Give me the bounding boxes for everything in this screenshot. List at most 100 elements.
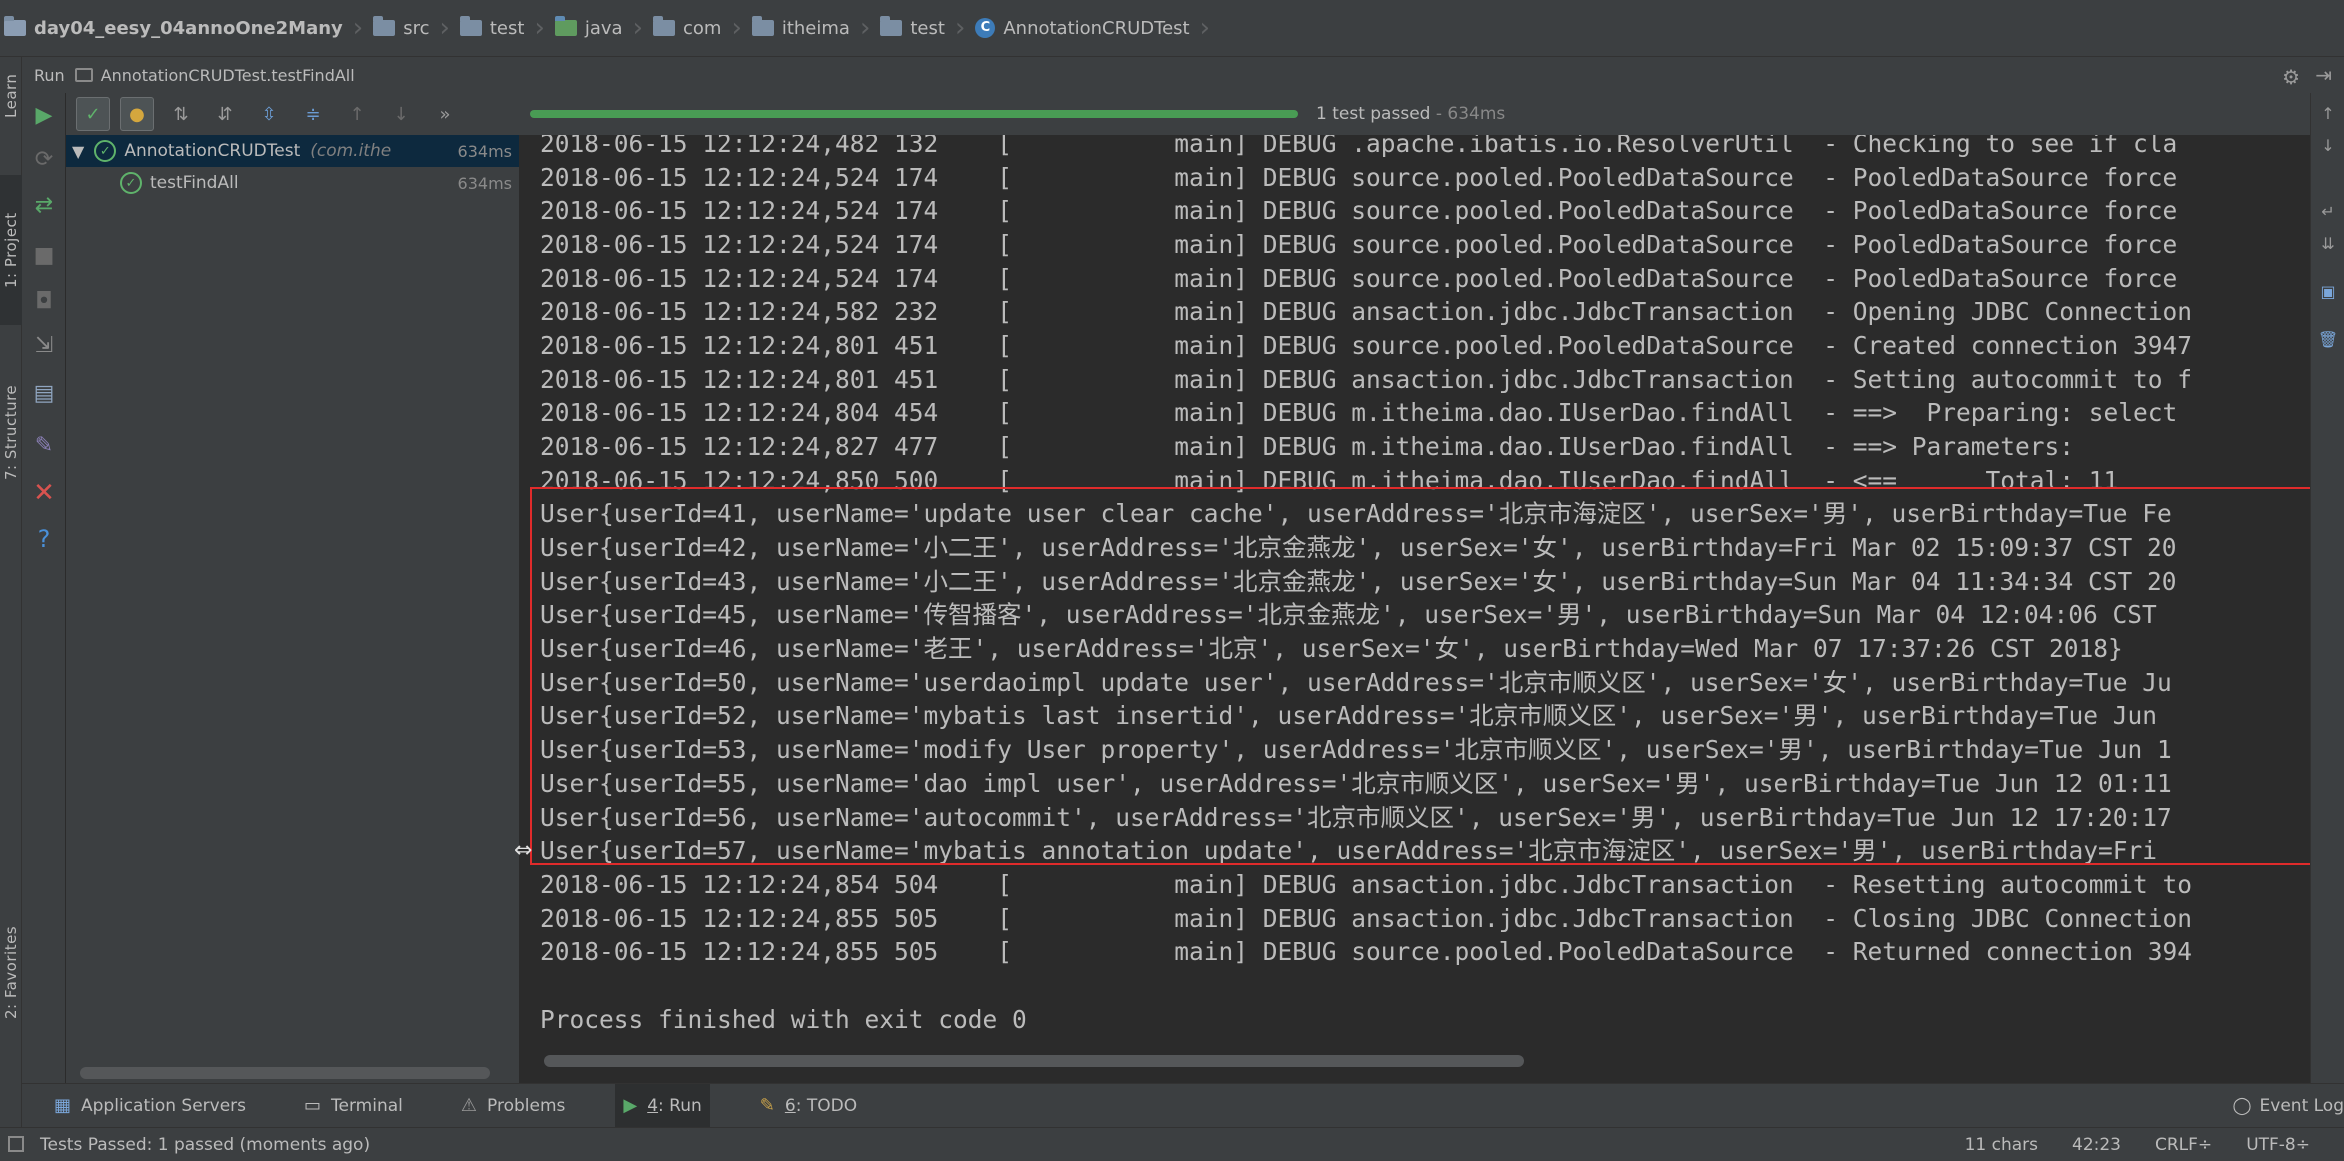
breadcrumb-item-test-package[interactable]: test › (880, 0, 969, 56)
collapse-all-icon: ≑ (305, 103, 321, 125)
chevron-right-icon: › (1199, 13, 1211, 43)
run-window-title: Run (34, 65, 65, 85)
event-log-label: Event Log (2259, 1096, 2344, 1116)
run-config-name[interactable]: AnnotationCRUDTest.testFindAll (101, 66, 355, 85)
console-log-line: 2018-06-15 12:12:24,524 174 [ main] DEBU… (540, 230, 2178, 260)
toggle-auto-test-icon[interactable]: ⇄ (28, 189, 60, 221)
tab-application-servers[interactable]: ▦ Application Servers (46, 1084, 254, 1128)
package-icon (880, 16, 903, 36)
gear-icon[interactable]: ⚙ (2282, 65, 2300, 89)
selection-count: 11 chars (1964, 1135, 2038, 1155)
breadcrumb-item-class[interactable]: C AnnotationCRUDTest › (975, 0, 1214, 56)
camera-icon[interactable]: ◘ (28, 285, 60, 317)
console-user-line: User{userId=57, userName='mybatis annota… (540, 836, 2158, 866)
breadcrumb-item-test[interactable]: test › (459, 0, 549, 56)
export-icon[interactable]: ⇲ (28, 329, 60, 361)
run-window-header: Run AnnotationCRUDTest.testFindAll ⚙ ⇥ (22, 57, 2344, 93)
test-duration: 634ms (457, 173, 512, 193)
status-right: 11 chars 42:23 CRLF÷ UTF-8÷ (1965, 1128, 2344, 1161)
console-user-line: User{userId=41, userName='update user cl… (540, 499, 2172, 529)
help-icon[interactable]: ? (28, 523, 60, 555)
test-progress: 1 test passed - 634ms (520, 93, 2344, 135)
tab-problems[interactable]: ⚠ Problems (453, 1084, 574, 1128)
console-log-line: 2018-06-15 12:12:24,855 505 [ main] DEBU… (540, 937, 2193, 967)
chevron-right-icon: › (859, 13, 871, 43)
tab-run[interactable]: ▶ 4: Run (615, 1083, 710, 1128)
progress-bar (530, 110, 1298, 118)
breadcrumb-label: src (403, 17, 430, 39)
tab-todo[interactable]: ✎ 6: TODO (752, 1084, 865, 1128)
tab-learn-label: Learn (2, 73, 20, 119)
console-log-line: 2018-06-15 12:12:24,804 454 [ main] DEBU… (540, 398, 2178, 428)
breadcrumb-label: test (489, 17, 525, 39)
breadcrumb-item-com[interactable]: com › (652, 0, 746, 56)
caret-position[interactable]: 42:23 (2072, 1135, 2121, 1155)
ide-window: day04_eesy_04annoOne2Many › src › test › ja… (0, 0, 2344, 1161)
test-toolbar: ✓ ● ⇅ ⇵ ⇳ ≑ ↑ ↓ » (66, 93, 520, 135)
test-name: AnnotationCRUDTest (124, 141, 301, 161)
tab-favorites[interactable]: 2: Favorites (0, 897, 22, 1047)
stop-icon[interactable]: ■ (28, 239, 60, 271)
show-ignored-button[interactable]: ● (120, 97, 154, 131)
tab-project-label: 1: Project (2, 212, 20, 288)
test-tree-row-method[interactable]: ✓ testFindAll 634ms (66, 167, 519, 199)
collapse-all-button[interactable]: ≑ (296, 97, 330, 131)
tab-project[interactable]: 1: Project (0, 175, 22, 325)
scroll-to-end-icon[interactable]: ⇊ (2318, 233, 2338, 253)
console-user-line: User{userId=42, userName='小二王', userAddr… (540, 533, 2177, 563)
tab-terminal[interactable]: ▭ Terminal (296, 1084, 411, 1128)
file-encoding[interactable]: UTF-8÷ (2246, 1135, 2310, 1155)
event-log-button[interactable]: ◯ Event Log (2233, 1084, 2344, 1128)
chevron-right-icon: › (731, 13, 742, 43)
rerun-failed-icon[interactable]: ⟳ (28, 143, 60, 175)
line-separator[interactable]: CRLF÷ (2155, 1135, 2212, 1155)
tree-horizontal-scrollbar[interactable] (80, 1067, 490, 1079)
tests-passed-text: 1 test passed (1316, 104, 1431, 124)
status-toggle-icon[interactable] (8, 1136, 24, 1152)
breadcrumb-item-itheima[interactable]: itheima › (751, 0, 875, 56)
console-user-line: User{userId=56, userName='autocommit', u… (540, 802, 2172, 832)
hide-panel-icon[interactable]: ⇥ (2315, 63, 2332, 87)
tab-structure[interactable]: 7: Structure (0, 357, 22, 507)
tab-label: Problems (487, 1095, 566, 1116)
class-icon: C (975, 18, 996, 38)
previous-failed-button[interactable]: ↑ (340, 97, 374, 131)
sort-alpha-button[interactable]: ⇅ (164, 97, 198, 131)
tab-favorites-label: 2: Favorites (2, 925, 20, 1019)
scroll-down-icon[interactable]: ↓ (2318, 135, 2338, 155)
source-folder-icon (554, 16, 577, 36)
console-user-line: User{userId=43, userName='小二王', userAddr… (540, 566, 2177, 596)
print-icon[interactable]: ▣ (2318, 281, 2338, 301)
tab-label: Terminal (331, 1095, 403, 1116)
breadcrumb-item-java[interactable]: java › (554, 0, 647, 56)
scroll-up-icon[interactable]: ↑ (2318, 103, 2338, 123)
chevron-right-icon: › (439, 13, 450, 43)
console-horizontal-scrollbar[interactable] (544, 1055, 1524, 1067)
chevron-right-icon: › (534, 13, 545, 43)
breadcrumb-item-src[interactable]: src › (373, 0, 454, 56)
expand-triangle-icon[interactable]: ▼ (72, 142, 84, 161)
more-actions-button[interactable]: » (428, 97, 462, 131)
next-failed-button[interactable]: ↓ (384, 97, 418, 131)
tab-learn[interactable]: Learn (0, 61, 22, 131)
breadcrumb-item-project[interactable]: day04_eesy_04annoOne2Many › (4, 0, 367, 56)
pin-icon[interactable]: ✎ (28, 429, 60, 461)
project-folder-icon (4, 16, 26, 36)
test-passed-icon: ✓ (120, 172, 142, 194)
rerun-icon[interactable]: ▶ (28, 99, 60, 131)
run-icon: ▶ (623, 1095, 638, 1116)
soft-wrap-icon[interactable]: ↵ (2318, 201, 2338, 221)
clear-all-icon[interactable]: 🗑 (2318, 329, 2338, 349)
chevron-right-icon: › (632, 13, 643, 43)
console-user-line: User{userId=52, userName='mybatis last i… (540, 701, 2158, 731)
sort-duration-button[interactable]: ⇵ (208, 97, 242, 131)
console-log-line: 2018-06-15 12:12:24,482 132 [ main] DEBU… (540, 135, 2178, 158)
console-log-line: 2018-06-15 12:12:24,850 500 [ main] DEBU… (540, 465, 2119, 495)
close-icon[interactable]: ✕ (28, 477, 60, 509)
layout-icon[interactable]: ▤ (28, 377, 60, 409)
console-log-line: 2018-06-15 12:12:24,524 174 [ main] DEBU… (540, 162, 2178, 192)
expand-all-button[interactable]: ⇳ (252, 97, 286, 131)
show-passed-button[interactable]: ✓ (76, 97, 110, 131)
test-tree-row-suite[interactable]: ▼ ✓ AnnotationCRUDTest (com.ithe 634ms (66, 135, 519, 167)
console-output[interactable]: 2018-06-15 12:12:24,482 132 [ main] DEBU… (520, 135, 2310, 1083)
